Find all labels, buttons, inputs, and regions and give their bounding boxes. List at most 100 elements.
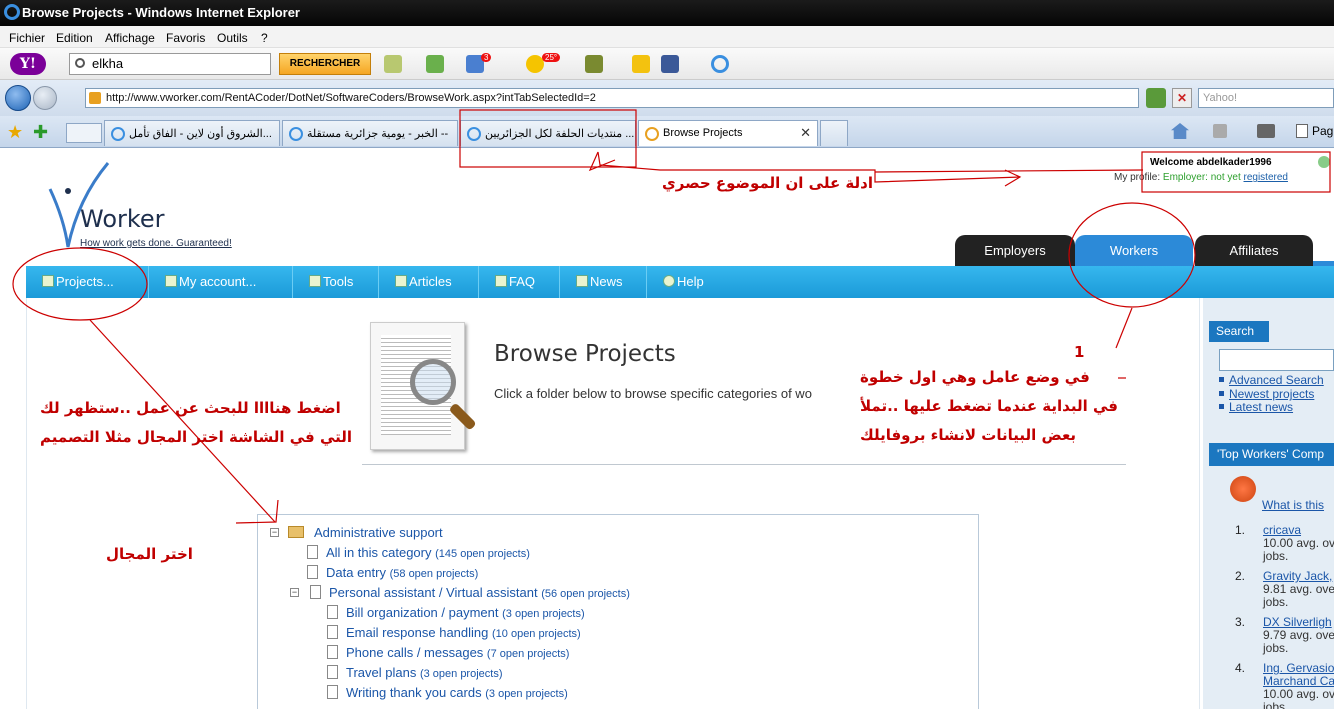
- nav-faq[interactable]: FAQ: [479, 266, 560, 298]
- page-subtitle: Click a folder below to browse specific …: [494, 386, 812, 401]
- quick-tabs-icon[interactable]: [66, 123, 102, 143]
- tab-employers[interactable]: Employers: [955, 235, 1075, 266]
- tree-label: Data entry: [326, 565, 386, 580]
- annotation-projects-2: التي في الشاشة اختر المجال مثلا التصميم: [40, 428, 353, 446]
- news-icon: [576, 275, 588, 287]
- worker-1: 1. cricava 10.00 avg. ov jobs.: [1235, 523, 1334, 563]
- newest-projects-link[interactable]: Newest projects: [1219, 387, 1314, 401]
- menu-help[interactable]: ?: [261, 31, 268, 45]
- worker-jobs: jobs.: [1263, 641, 1289, 655]
- collapse-icon[interactable]: −: [270, 528, 279, 537]
- page-title: Browse Projects: [494, 341, 676, 367]
- nav-news[interactable]: News: [560, 266, 647, 298]
- site-favicon-icon: [89, 92, 101, 104]
- home-icon[interactable]: [1171, 123, 1189, 139]
- tab-2[interactable]: الخبر - يومية جزائرية مستقلة --: [282, 120, 458, 146]
- ie-icon[interactable]: [711, 55, 729, 73]
- back-button[interactable]: [5, 85, 31, 111]
- tree-item-thank-you-cards[interactable]: Writing thank you cards (3 open projects…: [327, 685, 568, 700]
- yahoo-logo[interactable]: Y!: [10, 53, 46, 75]
- nav-help-label: Help: [677, 274, 704, 289]
- tab-1[interactable]: الشروق أون لاين - الفاق تأمل...: [104, 120, 280, 146]
- collapse-icon[interactable]: −: [290, 588, 299, 597]
- search-heading: Search: [1209, 321, 1269, 342]
- nav-projects-label: Projects...: [56, 274, 114, 289]
- ebay-icon[interactable]: [632, 55, 650, 73]
- tree-item-data-entry[interactable]: Data entry (58 open projects): [307, 565, 478, 580]
- sidebar-search-input[interactable]: [1219, 349, 1334, 371]
- stop-icon[interactable]: ✕: [1172, 88, 1192, 108]
- new-tab-button[interactable]: [820, 120, 848, 146]
- divider: [362, 464, 1126, 465]
- close-tab-icon[interactable]: ✕: [800, 125, 811, 141]
- logo-tagline[interactable]: How work gets done. Guaranteed!: [80, 238, 232, 249]
- rechercher-button[interactable]: RECHERCHER: [279, 53, 371, 75]
- tree-item-travel-plans[interactable]: Travel plans (3 open projects): [327, 665, 503, 680]
- worker-name-link[interactable]: DX Silverligh: [1263, 615, 1332, 629]
- vworker-logo-icon[interactable]: [48, 159, 110, 249]
- logo-text[interactable]: Worker: [80, 205, 165, 233]
- tree-label: Writing thank you cards: [346, 685, 482, 700]
- tree-count: (3 open projects): [485, 688, 568, 700]
- latest-news-link[interactable]: Latest news: [1219, 400, 1293, 414]
- what-is-this-link[interactable]: What is this: [1262, 498, 1324, 512]
- favorites-star-icon[interactable]: ★: [7, 122, 23, 143]
- tree-item-phone-calls[interactable]: Phone calls / messages (7 open projects): [327, 645, 569, 660]
- tree-label: Bill organization / payment: [346, 605, 499, 620]
- tab-3[interactable]: منتديات الحلفة لكل الجزائريين ...: [460, 120, 636, 146]
- site-tab-icon: [645, 127, 659, 141]
- menu-edit[interactable]: Edition: [56, 31, 93, 45]
- address-bar: http://www.vworker.com/RentACoder/DotNet…: [0, 80, 1334, 116]
- nav-articles[interactable]: Articles: [379, 266, 479, 298]
- worker-name-link[interactable]: cricava: [1263, 523, 1301, 537]
- tree-count: (56 open projects): [541, 588, 630, 600]
- worker-name-link[interactable]: Gravity Jack,: [1263, 569, 1332, 583]
- menu-file[interactable]: Fichier: [9, 31, 45, 45]
- url-field[interactable]: http://www.vworker.com/RentACoder/DotNet…: [85, 88, 1139, 108]
- tab-browse-projects[interactable]: Browse Projects ✕: [638, 120, 818, 146]
- web-page: Worker How work gets done. Guaranteed! W…: [0, 149, 1334, 709]
- register-link[interactable]: registered: [1244, 172, 1288, 183]
- feeds-icon[interactable]: [1213, 124, 1227, 138]
- worker-score: 9.81 avg. ove: [1263, 582, 1334, 596]
- articles-icon: [395, 275, 407, 287]
- worker-name-link-2[interactable]: Marchand Ca: [1263, 674, 1334, 688]
- worker-rank: 2.: [1235, 569, 1246, 583]
- browser-search-input[interactable]: Yahoo!: [1198, 88, 1334, 108]
- tree-item-bill-organization[interactable]: Bill organization / payment (3 open proj…: [327, 605, 585, 620]
- tree-item-administrative-support[interactable]: Administrative support: [288, 525, 443, 540]
- tree-item-all[interactable]: All in this category (145 open projects): [307, 545, 530, 560]
- nav-tools[interactable]: Tools: [293, 266, 379, 298]
- nav-my-account[interactable]: My account...: [149, 266, 293, 298]
- menu-view[interactable]: Affichage: [105, 31, 155, 45]
- worker-score: 10.00 avg. ov: [1263, 536, 1334, 550]
- tree-label: Personal assistant / Virtual assistant: [329, 585, 538, 600]
- highlight-icon[interactable]: [384, 55, 402, 73]
- page-menu[interactable]: Pag: [1312, 124, 1333, 138]
- tree-item-email-response[interactable]: Email response handling (10 open project…: [327, 625, 581, 640]
- worker-jobs: jobs.: [1263, 549, 1289, 563]
- menu-favorites[interactable]: Favoris: [166, 31, 205, 45]
- mail-count-badge: 3: [481, 53, 492, 62]
- add-bookmark-icon[interactable]: [426, 55, 444, 73]
- notes-icon[interactable]: [585, 55, 603, 73]
- forward-button[interactable]: [33, 86, 57, 110]
- yahoo-search-input[interactable]: elkha: [69, 53, 271, 75]
- tab-affiliates[interactable]: Affiliates: [1195, 235, 1313, 266]
- tree-item-personal-assistant[interactable]: Personal assistant / Virtual assistant (…: [310, 585, 630, 600]
- page-icon[interactable]: [1296, 124, 1308, 138]
- facebook-icon[interactable]: [661, 55, 679, 73]
- menu-bar: Fichier Edition Affichage Favoris Outils…: [0, 26, 1334, 48]
- add-favorite-icon[interactable]: ✚: [33, 122, 48, 143]
- tools-icon: [309, 275, 321, 287]
- nav-help[interactable]: Help: [647, 266, 727, 298]
- menu-tools[interactable]: Outils: [217, 31, 248, 45]
- nav-projects[interactable]: Projects...: [26, 266, 149, 298]
- advanced-search-link[interactable]: Advanced Search: [1219, 373, 1324, 387]
- refresh-icon[interactable]: [1146, 88, 1166, 108]
- tree-count: (10 open projects): [492, 628, 581, 640]
- print-icon[interactable]: [1257, 124, 1275, 138]
- tab-workers[interactable]: Workers: [1075, 235, 1193, 266]
- worker-name-link[interactable]: Ing. Gervasio: [1263, 661, 1334, 675]
- welcome-text: Welcome abdelkader1996: [1150, 157, 1272, 168]
